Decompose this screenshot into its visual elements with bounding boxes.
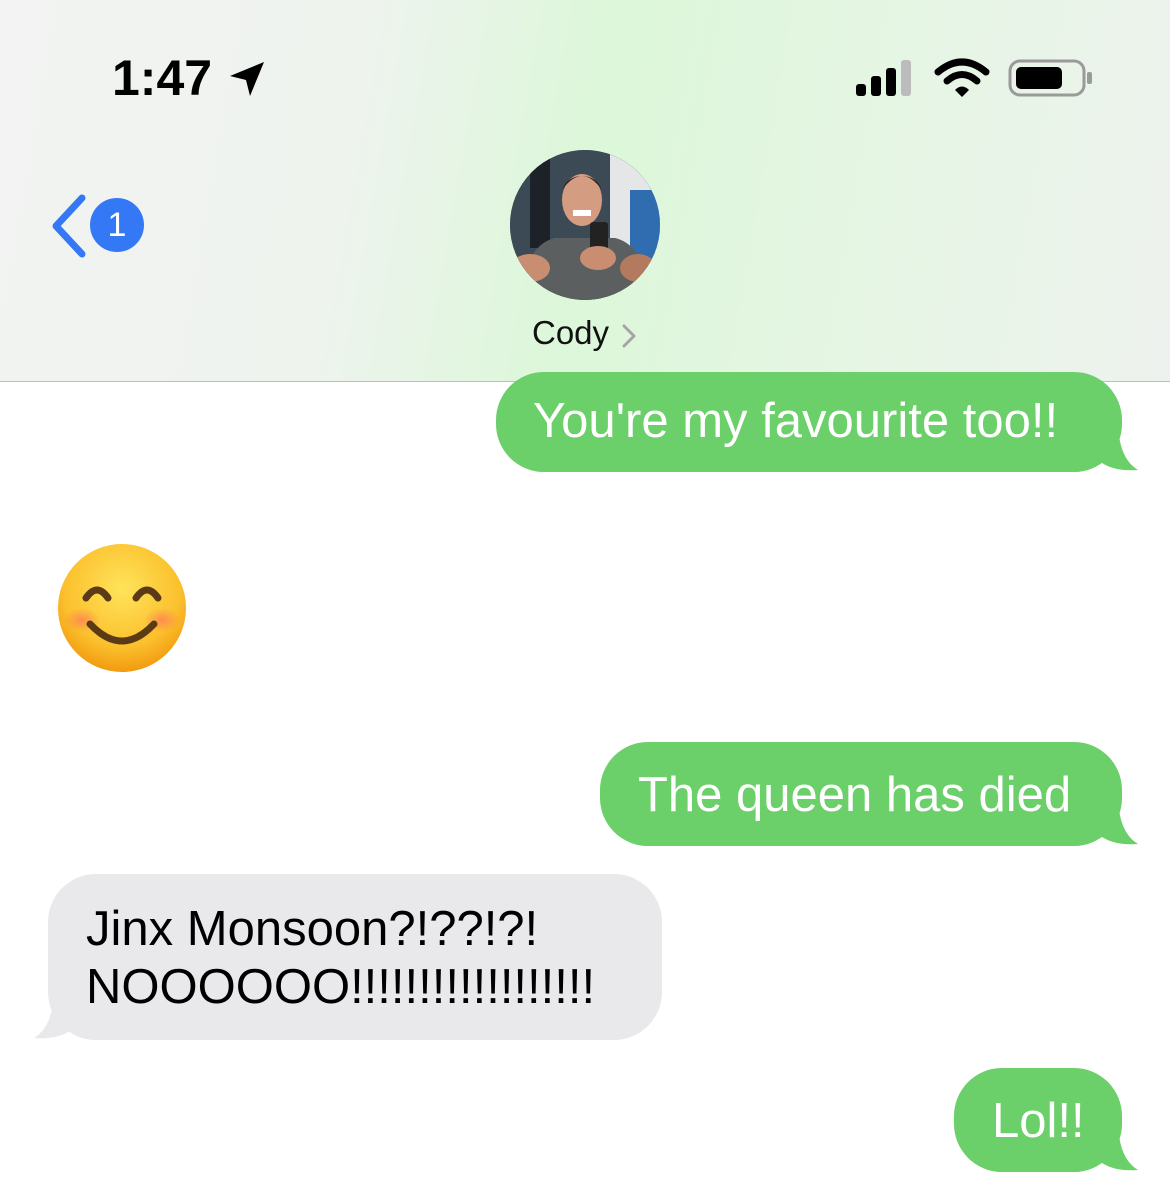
chevron-right-icon [622, 324, 636, 348]
status-time: 1:47 [112, 50, 213, 106]
bubble-tail [1098, 420, 1138, 471]
battery-icon [1008, 59, 1092, 97]
contact-name: Cody [532, 314, 610, 351]
message-text: You're my favourite too!! [533, 394, 1059, 448]
wifi-icon [934, 58, 990, 97]
message-text: The queen has died [638, 768, 1072, 822]
incoming-message-bubble[interactable]: Jinx Monsoon?!??!?! NOOOOOO!!!!!!!!!!!!!… [48, 874, 662, 1040]
conversation-header: 1:47 1 Cody [0, 0, 1170, 382]
message-text: Lol!! [992, 1094, 1085, 1148]
avatar-photo [510, 150, 660, 300]
outgoing-message-bubble[interactable]: You're my favourite too!! [496, 372, 1122, 472]
bubble-tail [1098, 1120, 1138, 1171]
back-button[interactable]: 1 [44, 190, 148, 260]
bubble-tail [34, 988, 74, 1039]
message-text-line: Jinx Monsoon?!??!?! [86, 902, 539, 956]
smiling-face-emoji [58, 544, 186, 672]
location-arrow-icon [230, 62, 264, 96]
cellular-signal-icon [856, 60, 911, 96]
outgoing-message-bubble[interactable]: The queen has died [600, 742, 1122, 846]
contact-avatar[interactable] [510, 150, 660, 300]
outgoing-message-bubble[interactable]: Lol!! [954, 1068, 1122, 1172]
bubble-tail [1098, 794, 1138, 845]
chevron-left-icon [52, 194, 86, 258]
unread-badge: 1 [90, 198, 144, 252]
message-text-line: NOOOOOO!!!!!!!!!!!!!!!!!! [86, 960, 596, 1014]
contact-name-button[interactable]: Cody [500, 310, 670, 358]
